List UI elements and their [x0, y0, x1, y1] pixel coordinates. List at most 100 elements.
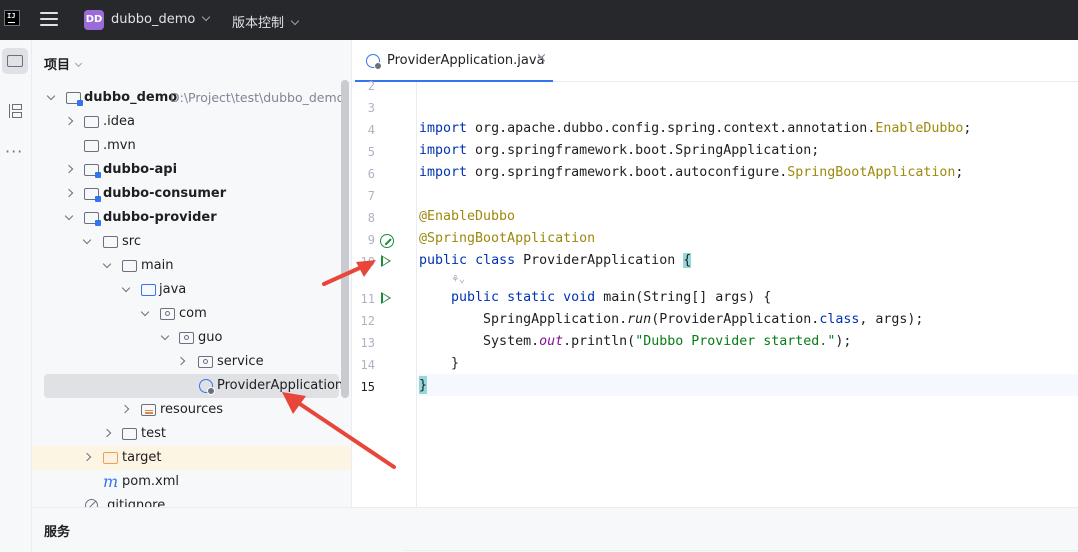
chevron-down-icon	[74, 59, 83, 68]
expand-arrow-icon[interactable]	[102, 259, 112, 269]
expand-arrow-icon[interactable]	[121, 283, 131, 293]
tree-item-provider-application[interactable]: ProviderApplication	[44, 374, 343, 398]
tree-item-com[interactable]: com	[32, 302, 351, 326]
tree-item-java[interactable]: java	[32, 278, 351, 302]
tree-item-dubbo-demo[interactable]: dubbo_demo D:\Project\test\dubbo_demo	[32, 86, 351, 110]
line-number: 9	[367, 233, 375, 247]
tree-item-label: .mvn	[103, 138, 136, 153]
tree-item-path: D:\Project\test\dubbo_demo	[170, 90, 345, 105]
expand-arrow-icon[interactable]	[160, 331, 170, 341]
code-line-10: public class ProviderApplication {	[419, 253, 692, 268]
chevron-down-icon	[202, 12, 211, 22]
tree-item-dubbo-provider[interactable]: dubbo-provider	[32, 206, 351, 230]
folder-icon	[84, 116, 99, 128]
tree-item-test[interactable]: test	[32, 422, 351, 446]
title-bar: IJ DD dubbo_demo 版本控制	[0, 0, 1078, 40]
folder-icon	[103, 236, 118, 248]
project-scrollbar[interactable]	[341, 80, 349, 398]
tree-item-target[interactable]: target	[32, 446, 351, 470]
tree-item-label: pom.xml	[122, 474, 179, 489]
editor-tab-bar: ProviderApplication.java ×	[353, 40, 1078, 82]
spring-bean-icon[interactable]	[380, 234, 394, 248]
tree-item-src[interactable]: src	[32, 230, 351, 254]
tree-item-main[interactable]: main	[32, 254, 351, 278]
tree-item-label: .gitignore	[103, 498, 166, 507]
structure-tool-button[interactable]	[2, 98, 28, 124]
tree-item-dubbo-consumer[interactable]: dubbo-consumer	[32, 182, 351, 206]
project-tool-button[interactable]	[2, 48, 28, 74]
project-badge[interactable]: DD	[84, 10, 104, 30]
source-folder-icon	[141, 284, 156, 296]
tab-provider-application[interactable]: ProviderApplication.java ×	[355, 40, 553, 82]
tree-item-pom[interactable]: m pom.xml	[32, 470, 351, 494]
project-name: dubbo_demo	[111, 12, 196, 27]
run-icon[interactable]	[381, 255, 391, 267]
collapse-arrow-icon[interactable]	[102, 428, 112, 438]
line-number: 2	[367, 79, 375, 93]
expand-arrow-icon[interactable]	[140, 307, 150, 317]
close-icon[interactable]: ×	[536, 51, 547, 66]
collapse-arrow-icon[interactable]	[82, 452, 92, 462]
more-icon: ···	[5, 142, 24, 161]
collapse-arrow-icon[interactable]	[176, 356, 186, 366]
ignore-file-icon	[85, 499, 98, 507]
line-number: 6	[367, 167, 375, 181]
tree-item-label: service	[217, 354, 264, 369]
expand-arrow-icon[interactable]	[46, 91, 56, 101]
module-folder-icon	[66, 92, 83, 106]
more-tools-button[interactable]: ···	[2, 138, 28, 164]
tab-label: ProviderApplication.java	[387, 53, 545, 68]
line-number: 5	[367, 145, 375, 159]
tree-item-label: java	[159, 282, 187, 297]
tree-item-dubbo-api[interactable]: dubbo-api	[32, 158, 351, 182]
tree-item-label: dubbo_demo	[84, 90, 178, 105]
current-line-highlight	[418, 374, 1078, 396]
collapse-arrow-icon[interactable]	[120, 404, 130, 414]
tree-item-gitignore[interactable]: .gitignore	[32, 494, 351, 507]
main-menu-icon[interactable]	[40, 12, 58, 26]
tree-item-label: guo	[198, 330, 223, 345]
project-panel-header[interactable]: 项目	[44, 54, 83, 73]
package-icon	[179, 332, 194, 344]
line-number: 11	[360, 292, 375, 306]
tree-item-label: ProviderApplication	[217, 378, 344, 393]
services-title[interactable]: 服务	[44, 521, 70, 540]
line-number: 10	[360, 255, 375, 269]
java-class-icon	[199, 379, 215, 395]
run-icon[interactable]	[381, 292, 391, 304]
tree-item-guo[interactable]: guo	[32, 326, 351, 350]
tree-item-label: com	[179, 306, 207, 321]
vcs-label: 版本控制	[232, 16, 285, 31]
java-class-icon	[366, 54, 382, 70]
folder-icon	[122, 428, 137, 440]
module-folder-icon	[84, 212, 101, 226]
collapse-arrow-icon[interactable]	[64, 116, 74, 126]
code-line-4: import org.apache.dubbo.config.spring.co…	[419, 121, 972, 136]
vcs-menu[interactable]: 版本控制	[232, 12, 300, 31]
intellij-logo-icon[interactable]: IJ	[4, 10, 20, 26]
expand-arrow-icon[interactable]	[64, 211, 74, 221]
expand-arrow-icon[interactable]	[82, 235, 92, 245]
excluded-folder-icon	[103, 452, 118, 464]
code-vision-hint-icon[interactable]: ⚘⌄	[452, 272, 465, 285]
maven-icon: m	[103, 472, 119, 491]
services-panel: 服务	[32, 507, 1078, 552]
project-switcher[interactable]: dubbo_demo	[111, 12, 211, 27]
collapse-arrow-icon[interactable]	[64, 188, 74, 198]
tree-item-mvn[interactable]: .mvn	[32, 134, 351, 158]
tree-item-resources[interactable]: resources	[32, 398, 351, 422]
chevron-down-icon	[290, 16, 300, 26]
tree-item-service[interactable]: service	[32, 350, 351, 374]
code-editor[interactable]: import org.apache.dubbo.config.spring.co…	[418, 82, 1078, 507]
code-line-11: public static void main(String[] args) {	[451, 290, 772, 305]
folder-icon	[122, 260, 137, 272]
line-number: 7	[367, 189, 375, 203]
code-line-9: @SpringBootApplication	[419, 231, 596, 246]
tree-item-idea[interactable]: .idea	[32, 110, 351, 134]
code-line-12: SpringApplication.run(ProviderApplicatio…	[483, 312, 924, 327]
tree-item-label: .idea	[103, 114, 135, 129]
project-panel-title: 项目	[44, 58, 71, 73]
line-number: 13	[360, 336, 375, 350]
collapse-arrow-icon[interactable]	[64, 164, 74, 174]
code-line-6: import org.springframework.boot.autoconf…	[419, 165, 964, 180]
